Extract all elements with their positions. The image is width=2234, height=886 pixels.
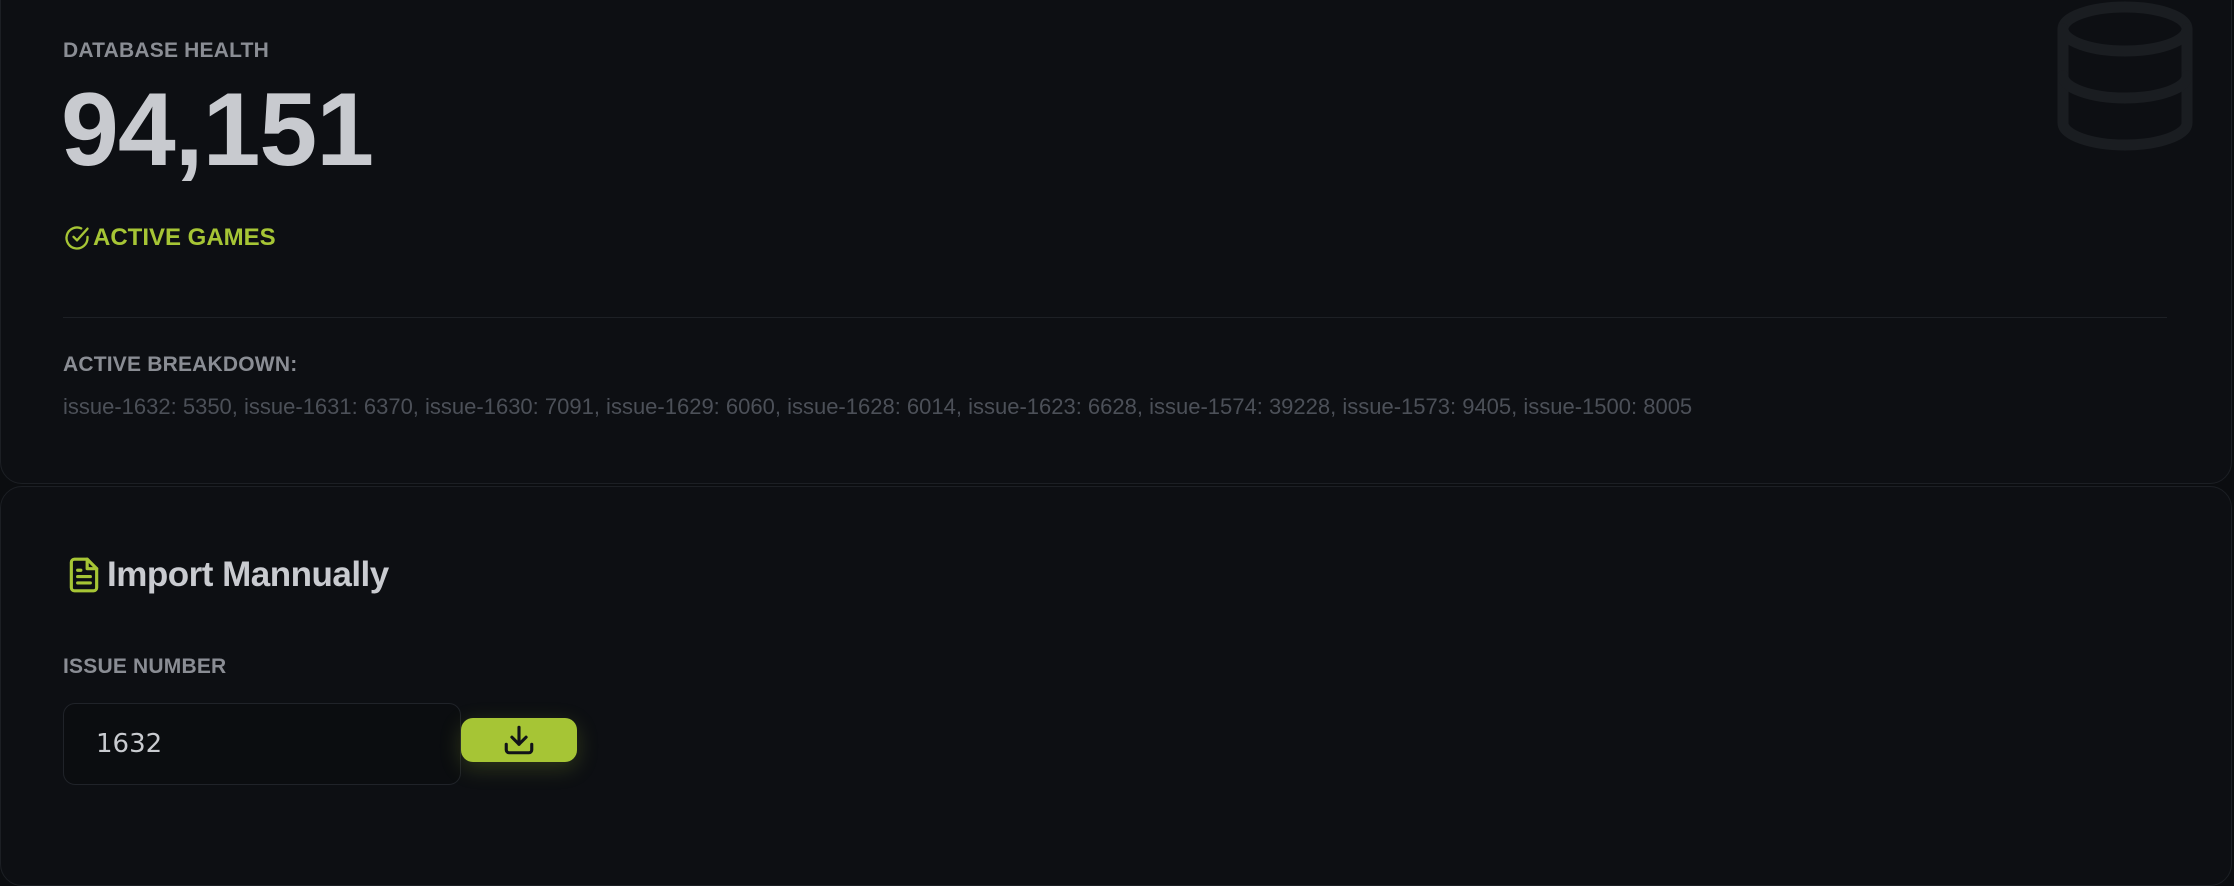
- issue-number-input[interactable]: [63, 703, 461, 785]
- import-heading-label: Import Mannually: [107, 555, 389, 594]
- issue-number-label: ISSUE NUMBER: [63, 655, 227, 678]
- active-games-count: 94,151: [61, 72, 374, 188]
- section-title: DATABASE HEALTH: [63, 39, 269, 62]
- database-icon: [2057, 1, 2193, 151]
- import-button[interactable]: [461, 718, 577, 762]
- breakdown-title: ACTIVE BREAKDOWN:: [63, 353, 298, 376]
- import-card: Import Mannually ISSUE NUMBER: [0, 486, 2232, 886]
- breakdown-text: issue-1632: 5350, issue-1631: 6370, issu…: [63, 394, 1693, 419]
- divider: [63, 317, 2167, 318]
- status-indicator: ACTIVE GAMES: [63, 224, 276, 252]
- check-circle-icon: [65, 226, 89, 250]
- status-label: ACTIVE GAMES: [93, 224, 276, 251]
- download-icon: [504, 725, 534, 755]
- file-text-icon: [69, 557, 99, 593]
- database-health-card: DATABASE HEALTH 94,151 ACTIVE GAMES ACTI…: [0, 0, 2232, 484]
- import-heading: Import Mannually: [65, 555, 389, 595]
